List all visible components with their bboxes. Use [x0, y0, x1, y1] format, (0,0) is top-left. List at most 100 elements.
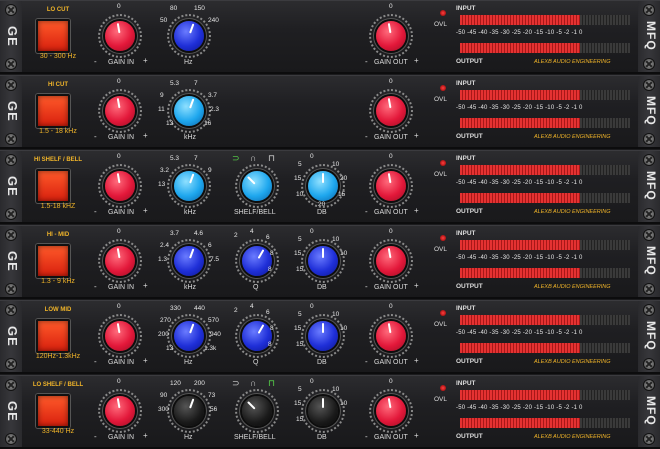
screw-icon [6, 209, 16, 219]
db-tick: 15 [294, 325, 302, 332]
db-knob[interactable] [308, 396, 338, 426]
db-knob[interactable] [308, 321, 338, 351]
gain-out-knob[interactable] [376, 96, 406, 126]
frequency-knob[interactable] [174, 246, 204, 276]
db-knob[interactable] [308, 171, 338, 201]
frequency-knob[interactable] [174, 21, 204, 51]
filter-shape-icon[interactable]: ⊓ [268, 378, 275, 389]
filter-shape-icon[interactable]: ∩ [250, 153, 256, 163]
brand-right: MFQ [644, 96, 658, 126]
eq-strip-5: GE MFQ LO SHELF / BELL 33-440 Hz 0 - GAIN IN +1… [0, 375, 660, 449]
gain-in-plus: + [143, 431, 148, 440]
eq-strip-3: GE MFQ HI - MID 1.3 - 9 kHz 0 - GAIN IN +3.7 4.6… [0, 225, 660, 299]
db-tick: 10 [340, 250, 348, 257]
overload-label: OVL [434, 396, 448, 403]
gain-out-knob[interactable] [376, 321, 406, 351]
eq-strip-4: GE MFQ LOW MID 120Hz-1.3kHz 0 - GAIN IN +330 440… [0, 300, 660, 374]
db-tick: 20 [340, 175, 348, 182]
gain-out-plus: + [414, 281, 419, 290]
gain-in-knob[interactable] [105, 246, 135, 276]
db-tick: 5 [298, 311, 302, 318]
gain-in-minus: - [94, 357, 97, 366]
frequency-tick: 9 [208, 167, 212, 174]
db-knob[interactable] [308, 246, 338, 276]
gain-in-knob[interactable] [105, 321, 135, 351]
engineer-brand: ALEXB AUDIO ENGINEERING [534, 284, 611, 290]
overload-led [440, 10, 446, 16]
frequency-tick: 73 [208, 392, 216, 399]
screw-icon [6, 380, 16, 390]
band-enable-button[interactable] [36, 169, 70, 203]
frequency-tick: 200 [158, 331, 169, 338]
frequency-knob[interactable] [174, 321, 204, 351]
band-title: LO SHELF / BELL [32, 382, 84, 388]
screw-icon [644, 284, 654, 294]
band-title: LOW MID [44, 307, 72, 313]
filter-shape-icon[interactable]: ⊓ [268, 153, 275, 164]
meter-scale: -50 -45 -40 -35 -30 -25 -20 -15 -10 -5 -… [456, 330, 583, 336]
band-enable-button[interactable] [36, 394, 70, 428]
q-tick: 2 [234, 307, 238, 314]
gain-out-knob[interactable] [376, 396, 406, 426]
rack-ear-left: GE [0, 376, 22, 447]
gain-out-label: GAIN OUT [374, 359, 408, 366]
engineer-brand: ALEXB AUDIO ENGINEERING [534, 59, 611, 65]
gain-in-label: GAIN IN [108, 209, 135, 216]
band-title: HI SHELF / BELL [34, 157, 82, 163]
meter-output-label: OUTPUT [456, 58, 483, 65]
output-meter-bar [460, 118, 630, 128]
band-enable-button[interactable] [36, 94, 70, 128]
gain-out-minus: - [365, 432, 368, 441]
gain-in-knob[interactable] [105, 21, 135, 51]
shelf-bell-knob[interactable] [242, 396, 272, 426]
gain-in-plus: + [143, 56, 148, 65]
frequency-tick: 2.3 [210, 106, 220, 113]
frequency-tick: 11 [158, 106, 165, 113]
q-tick: 2 [234, 232, 238, 239]
gain-in-knob[interactable] [105, 396, 135, 426]
gain-in-knob[interactable] [105, 96, 135, 126]
db-label: DB [317, 359, 327, 366]
screw-icon [644, 209, 654, 219]
screw-icon [644, 59, 654, 69]
q-tick: 4 [250, 228, 254, 235]
gain-out-plus: + [414, 131, 419, 140]
meter-output-label: OUTPUT [456, 133, 483, 140]
brand-left: GE [5, 250, 20, 272]
screw-icon [6, 359, 16, 369]
brand-left: GE [5, 400, 20, 422]
gain-out-label: GAIN OUT [374, 434, 408, 441]
filter-shape-icon[interactable]: ⊃ [232, 153, 240, 164]
brand-left: GE [5, 175, 20, 197]
gain-in-label: GAIN IN [108, 134, 135, 141]
frequency-knob[interactable] [174, 396, 204, 426]
gain-out-knob[interactable] [376, 246, 406, 276]
filter-shape-icon[interactable]: ⊃ [232, 378, 240, 389]
screw-icon [644, 5, 654, 15]
band-enable-button[interactable] [36, 19, 70, 53]
frequency-knob[interactable] [174, 96, 204, 126]
overload-label: OVL [434, 96, 448, 103]
frequency-knob[interactable] [174, 171, 204, 201]
band-range: 1.3 - 9 kHz [41, 278, 75, 285]
gain-out-zero: 0 [389, 378, 393, 385]
band-enable-button[interactable] [36, 244, 70, 278]
brand-left: GE [5, 100, 20, 122]
screw-icon [644, 80, 654, 90]
gain-in-zero: 0 [117, 303, 121, 310]
band-enable-button[interactable] [36, 319, 70, 353]
filter-shape-icon[interactable]: ∩ [250, 378, 256, 388]
overload-label: OVL [434, 321, 448, 328]
screw-icon [6, 80, 16, 90]
frequency-tick: 570 [208, 317, 219, 324]
shelf-bell-knob[interactable] [242, 171, 272, 201]
screw-icon [644, 434, 654, 444]
gain-out-knob[interactable] [376, 21, 406, 51]
gain-out-knob[interactable] [376, 171, 406, 201]
meter-input-label: INPUT [456, 230, 476, 237]
eq-strip-1: GE MFQ HI CUT 1.5 - 18 kHz 0 - GAIN IN +5.3 7 9 3.… [0, 75, 660, 149]
gain-out-minus: - [365, 282, 368, 291]
screw-icon [6, 155, 16, 165]
gain-in-knob[interactable] [105, 171, 135, 201]
gain-in-plus: + [143, 131, 148, 140]
